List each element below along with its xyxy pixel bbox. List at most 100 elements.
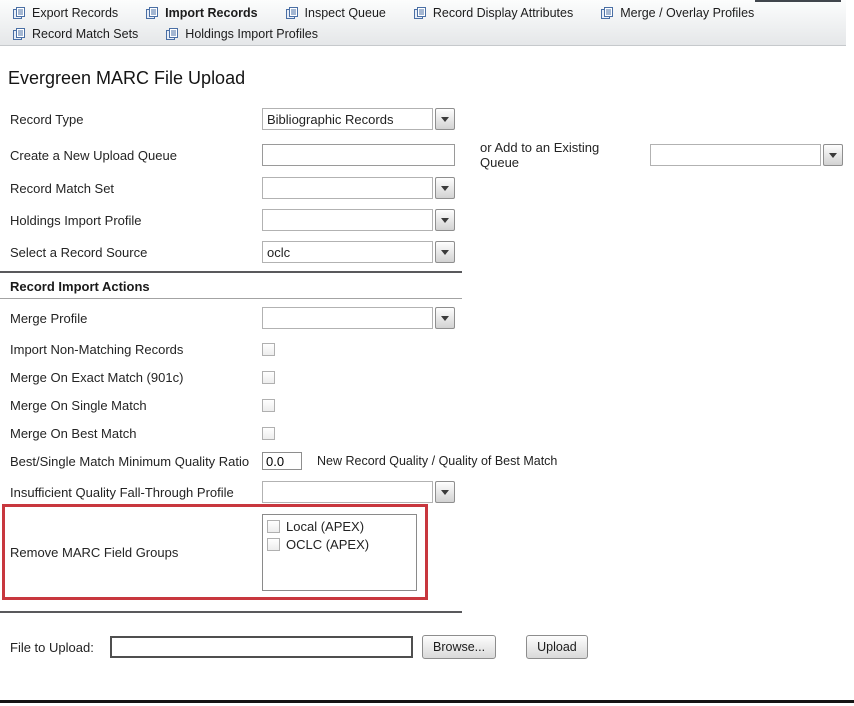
- record-type-select[interactable]: Bibliographic Records: [262, 108, 455, 130]
- window-bottom-edge: [0, 700, 854, 703]
- dropdown-button[interactable]: [435, 241, 455, 263]
- fall-through-profile-select[interactable]: [262, 481, 455, 503]
- merge-profile-value: [262, 307, 433, 329]
- list-item[interactable]: OCLC (APEX): [267, 536, 416, 554]
- chevron-down-icon: [441, 218, 449, 223]
- record-source-label: Select a Record Source: [10, 245, 262, 260]
- nav-inspect-queue[interactable]: Inspect Queue: [285, 6, 386, 20]
- chevron-down-icon: [441, 250, 449, 255]
- nav-import-records[interactable]: Import Records: [145, 6, 257, 20]
- merge-profile-row: Merge Profile: [10, 307, 854, 329]
- section-divider: [0, 611, 462, 613]
- holdings-import-profile-value: [262, 209, 433, 231]
- merge-exact-match-label: Merge On Exact Match (901c): [10, 370, 262, 385]
- merge-profile-label: Merge Profile: [10, 311, 262, 326]
- merge-best-match-row: Merge On Best Match: [10, 424, 854, 442]
- records-icon: [285, 6, 299, 20]
- file-upload-row: File to Upload: Browse... Upload: [10, 635, 854, 659]
- quality-ratio-input[interactable]: [262, 452, 302, 470]
- holdings-import-profile-select[interactable]: [262, 209, 455, 231]
- dropdown-button[interactable]: [435, 481, 455, 503]
- records-icon: [145, 6, 159, 20]
- existing-queue-value: [650, 144, 821, 166]
- record-source-value: oclc: [262, 241, 433, 263]
- holdings-import-profile-row: Holdings Import Profile: [10, 209, 854, 231]
- list-item[interactable]: Local (APEX): [267, 518, 416, 536]
- records-icon: [600, 6, 614, 20]
- toolbar-row-2: Record Match Sets Holdings Import Profil…: [0, 23, 846, 44]
- upload-button[interactable]: Upload: [526, 635, 588, 659]
- dropdown-button[interactable]: [435, 177, 455, 199]
- nav-label: Record Match Sets: [32, 27, 138, 41]
- records-icon: [413, 6, 427, 20]
- import-non-matching-row: Import Non-Matching Records: [10, 340, 854, 358]
- quality-ratio-label: Best/Single Match Minimum Quality Ratio: [10, 454, 262, 469]
- record-match-set-select[interactable]: [262, 177, 455, 199]
- merge-exact-match-checkbox[interactable]: [262, 371, 275, 384]
- oclc-apex-label: OCLC (APEX): [286, 537, 369, 552]
- create-queue-label: Create a New Upload Queue: [10, 148, 262, 163]
- merge-best-match-checkbox[interactable]: [262, 427, 275, 440]
- record-match-set-row: Record Match Set: [10, 177, 854, 199]
- nav-label: Record Display Attributes: [433, 6, 573, 20]
- merge-exact-match-row: Merge On Exact Match (901c): [10, 368, 854, 386]
- nav-label: Holdings Import Profiles: [185, 27, 318, 41]
- import-non-matching-label: Import Non-Matching Records: [10, 342, 262, 357]
- file-upload-label: File to Upload:: [10, 640, 110, 655]
- quality-ratio-row: Best/Single Match Minimum Quality Ratio …: [10, 452, 854, 470]
- local-apex-checkbox[interactable]: [267, 520, 280, 533]
- top-toolbar: Export Records Import Records Inspect Qu…: [0, 0, 846, 46]
- records-icon: [12, 27, 26, 41]
- nav-holdings-import-profiles[interactable]: Holdings Import Profiles: [165, 27, 318, 41]
- dropdown-button[interactable]: [435, 108, 455, 130]
- nav-label: Merge / Overlay Profiles: [620, 6, 754, 20]
- records-icon: [165, 27, 179, 41]
- file-upload-input[interactable]: [110, 636, 413, 658]
- merge-single-match-label: Merge On Single Match: [10, 398, 262, 413]
- record-match-set-label: Record Match Set: [10, 181, 262, 196]
- holdings-import-profile-label: Holdings Import Profile: [10, 213, 262, 228]
- record-source-row: Select a Record Source oclc: [10, 241, 854, 263]
- records-icon: [12, 6, 26, 20]
- fall-through-profile-row: Insufficient Quality Fall-Through Profil…: [10, 481, 854, 503]
- merge-single-match-checkbox[interactable]: [262, 399, 275, 412]
- dropdown-button[interactable]: [435, 307, 455, 329]
- existing-queue-label: or Add to an Existing Queue: [480, 140, 602, 170]
- record-type-label: Record Type: [10, 112, 262, 127]
- browse-button[interactable]: Browse...: [422, 635, 496, 659]
- nav-merge-overlay-profiles[interactable]: Merge / Overlay Profiles: [600, 6, 754, 20]
- upload-form: Record Type Bibliographic Records Create…: [0, 108, 854, 659]
- merge-best-match-label: Merge On Best Match: [10, 426, 262, 441]
- section-divider: [0, 298, 462, 299]
- record-type-row: Record Type Bibliographic Records: [10, 108, 854, 130]
- merge-single-match-row: Merge On Single Match: [10, 396, 854, 414]
- local-apex-label: Local (APEX): [286, 519, 364, 534]
- existing-queue-select[interactable]: [650, 144, 843, 166]
- dropdown-button[interactable]: [823, 144, 843, 166]
- nav-label: Export Records: [32, 6, 118, 20]
- record-type-value: Bibliographic Records: [262, 108, 433, 130]
- section-header: Record Import Actions: [10, 279, 854, 294]
- quality-ratio-hint: New Record Quality / Quality of Best Mat…: [317, 454, 557, 468]
- record-match-set-value: [262, 177, 433, 199]
- remove-marc-groups-highlight: Remove MARC Field Groups Local (APEX) OC…: [2, 504, 428, 600]
- create-queue-input[interactable]: [262, 144, 455, 166]
- window-top-edge: [755, 0, 841, 2]
- chevron-down-icon: [441, 186, 449, 191]
- chevron-down-icon: [441, 490, 449, 495]
- nav-record-match-sets[interactable]: Record Match Sets: [12, 27, 138, 41]
- nav-record-display-attributes[interactable]: Record Display Attributes: [413, 6, 573, 20]
- record-source-select[interactable]: oclc: [262, 241, 455, 263]
- merge-profile-select[interactable]: [262, 307, 455, 329]
- remove-marc-groups-label: Remove MARC Field Groups: [10, 545, 262, 560]
- nav-label: Import Records: [165, 6, 257, 20]
- nav-label: Inspect Queue: [305, 6, 386, 20]
- toolbar-row-1: Export Records Import Records Inspect Qu…: [0, 0, 846, 23]
- oclc-apex-checkbox[interactable]: [267, 538, 280, 551]
- fall-through-profile-label: Insufficient Quality Fall-Through Profil…: [10, 485, 262, 500]
- chevron-down-icon: [829, 153, 837, 158]
- dropdown-button[interactable]: [435, 209, 455, 231]
- import-non-matching-checkbox[interactable]: [262, 343, 275, 356]
- nav-export-records[interactable]: Export Records: [12, 6, 118, 20]
- remove-marc-groups-listbox[interactable]: Local (APEX) OCLC (APEX): [262, 514, 417, 591]
